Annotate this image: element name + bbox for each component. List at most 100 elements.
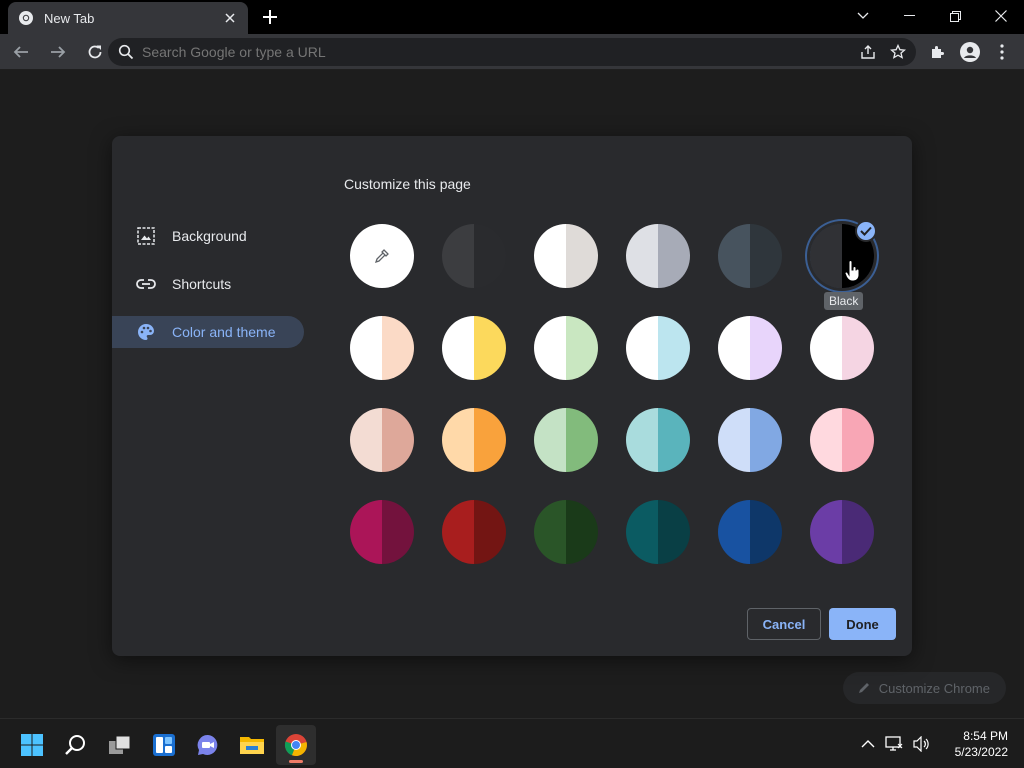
theme-swatch[interactable] [810,316,874,380]
teams-chat-button[interactable] [188,725,228,765]
swatch-right-half [842,316,874,380]
swatch-left-half [718,500,750,564]
swatch-left-half [350,408,382,472]
toolbar-right [922,36,1018,68]
task-view-button[interactable] [100,725,140,765]
swatch-right-half [842,408,874,472]
extensions-button[interactable] [922,36,954,68]
swatch-right-half [750,316,782,380]
task-view-icon [109,735,131,754]
share-icon[interactable] [860,44,876,60]
customize-chrome-label: Customize Chrome [878,680,990,696]
theme-swatch[interactable] [350,500,414,564]
customize-dialog: Customize this page Background Shortcuts… [112,136,912,656]
clock-date: 5/23/2022 [954,745,1008,759]
theme-swatch[interactable] [350,316,414,380]
swatch-left-half [350,316,382,380]
puzzle-icon [932,46,944,58]
clock[interactable]: 8:54 PM 5/23/2022 [955,728,1008,760]
system-tray: 8:54 PM 5/23/2022 [861,719,1008,768]
swatch-left-half [718,408,750,472]
start-button[interactable] [12,725,52,765]
swatch-right-half [566,500,598,564]
taskbar-search-button[interactable] [56,725,96,765]
swatch-left-half [534,316,566,380]
swatch-right-half [658,316,690,380]
plus-icon [263,10,277,24]
cancel-button[interactable]: Cancel [747,608,821,640]
search-icon [65,735,85,755]
swatch-right-half [474,408,506,472]
chrome-taskbar-button[interactable] [276,725,316,765]
chevron-up-icon[interactable] [861,739,875,749]
reload-button[interactable] [79,36,111,68]
swatch-left-half [626,316,658,380]
theme-swatch[interactable] [718,316,782,380]
theme-swatch[interactable] [442,500,506,564]
side-menu: Background Shortcuts Color and theme [112,220,312,364]
pencil-icon [858,683,869,693]
restore-button[interactable] [932,0,978,32]
menu-item-color-and-theme[interactable]: Color and theme [112,316,304,348]
omnibox[interactable] [108,38,916,66]
volume-icon[interactable] [913,736,931,752]
theme-swatch[interactable] [626,500,690,564]
close-window-button[interactable] [978,0,1024,32]
swatch-left-half [810,500,842,564]
theme-swatch[interactable] [718,500,782,564]
theme-swatch[interactable] [534,500,598,564]
clock-time: 8:54 PM [963,729,1008,743]
theme-swatch[interactable] [350,408,414,472]
menu-item-label: Color and theme [172,324,276,340]
minimize-button[interactable] [886,0,932,32]
theme-swatch[interactable] [626,224,690,288]
theme-swatch[interactable] [442,408,506,472]
theme-swatch[interactable] [718,408,782,472]
theme-swatch[interactable] [626,408,690,472]
file-explorer-button[interactable] [232,725,272,765]
restore-icon [949,10,961,22]
network-icon[interactable] [884,736,903,752]
theme-swatch[interactable] [534,408,598,472]
widgets-button[interactable] [144,725,184,765]
swatch-left-half [810,224,842,288]
chrome-icon [19,11,33,25]
close-tab-icon[interactable] [222,10,238,26]
eyedropper-icon [374,249,389,264]
theme-swatch[interactable] [810,408,874,472]
back-button[interactable] [5,36,37,68]
done-button[interactable]: Done [829,608,896,640]
link-icon [136,274,156,294]
theme-swatch[interactable] [718,224,782,288]
swatch-right-half [658,408,690,472]
bookmark-star-icon[interactable] [890,44,906,60]
swatch-right-half [474,316,506,380]
theme-swatch[interactable] [442,316,506,380]
tab-new-tab[interactable]: New Tab [8,2,248,34]
profile-button[interactable] [954,36,986,68]
theme-swatch[interactable] [534,224,598,288]
hand-cursor-icon [844,260,862,282]
menu-item-background[interactable]: Background [112,220,304,252]
forward-button[interactable] [42,36,74,68]
swatch-left-half [442,500,474,564]
new-tab-button[interactable] [258,5,282,29]
image-icon [136,226,156,246]
tab-search-button[interactable] [840,0,886,32]
theme-swatch[interactable] [534,316,598,380]
swatch-left-half [718,224,750,288]
chrome-icon [284,734,307,757]
custom-color-swatch[interactable] [350,224,414,288]
customize-chrome-button[interactable]: Customize Chrome [842,672,1006,704]
active-app-indicator [289,760,303,763]
theme-swatch[interactable] [626,316,690,380]
omnibox-input[interactable] [142,44,860,60]
menu-button[interactable] [986,36,1018,68]
menu-item-shortcuts[interactable]: Shortcuts [112,268,304,300]
selected-check-icon [855,220,877,242]
swatch-right-half [750,224,782,288]
swatch-right-half [566,224,598,288]
taskbar: 8:54 PM 5/23/2022 [0,718,1024,768]
theme-swatch[interactable] [810,500,874,564]
theme-swatch[interactable] [442,224,506,288]
